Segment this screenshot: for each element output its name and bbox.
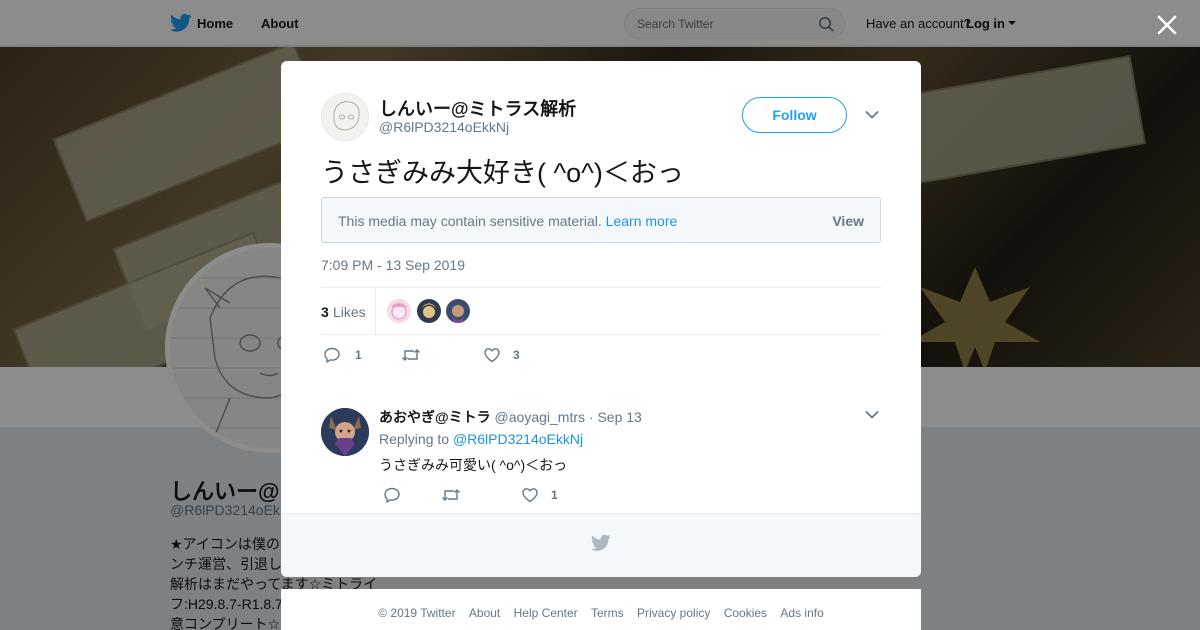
reply-action[interactable]: 1 (323, 345, 362, 365)
reply-text: うさぎみみ可愛い( ^o^)＜おっ (379, 457, 568, 473)
chevron-down-icon[interactable] (865, 410, 879, 420)
reply-icon[interactable] (323, 346, 341, 364)
retweet-action[interactable] (401, 345, 435, 365)
footer-copyright: © 2019 Twitter (378, 606, 456, 620)
reply-like-count: 1 (551, 488, 558, 502)
reply-icon[interactable] (383, 486, 401, 504)
retweet-action[interactable] (441, 485, 475, 505)
close-icon[interactable] (1155, 13, 1179, 37)
avatar-sketch-image (322, 94, 368, 140)
replying-to-label: Replying to (379, 431, 450, 447)
footer-privacy-link[interactable]: Privacy policy (637, 606, 710, 620)
tweet-timestamp[interactable]: 7:09 PM - 13 Sep 2019 (321, 257, 465, 273)
tweet-actions: 1 3 (321, 345, 721, 369)
learn-more-link[interactable]: Learn more (606, 213, 678, 229)
retweet-icon[interactable] (401, 346, 421, 364)
footer-cookies-link[interactable]: Cookies (724, 606, 767, 620)
liker-avatar[interactable] (417, 299, 441, 323)
reply-date[interactable]: · Sep 13 (589, 409, 642, 425)
stats-divider (375, 288, 376, 334)
replying-to-handle[interactable]: @R6lPD3214oEkkNj (453, 431, 583, 447)
footer-about-link[interactable]: About (469, 606, 500, 620)
replying-to-line: Replying to @R6lPD3214oEkkNj (379, 431, 583, 447)
twitter-bird-icon (591, 534, 611, 551)
liker-avatar[interactable] (387, 299, 411, 323)
liker-avatar-image (387, 299, 411, 323)
reply-count: 1 (355, 348, 362, 362)
heart-icon[interactable] (483, 346, 501, 364)
sensitive-media-notice: This media may contain sensitive materia… (321, 197, 881, 243)
tweet-text: うさぎみみ大好き( ^o^)＜おっ (321, 158, 684, 188)
sensitive-notice-text: This media may contain sensitive materia… (338, 213, 677, 229)
like-action[interactable]: 1 (521, 485, 558, 505)
modal-footer (281, 513, 921, 577)
liker-avatar-image (417, 299, 441, 323)
likes-label[interactable]: Likes (333, 304, 366, 320)
tweet-author-name[interactable]: しんいー@ミトラス解析 (379, 95, 576, 121)
retweet-icon[interactable] (441, 486, 461, 504)
tweet-author-avatar[interactable] (321, 93, 369, 141)
liker-avatar-image (446, 299, 470, 323)
reply-author-avatar[interactable] (321, 408, 369, 456)
footer-terms-link[interactable]: Terms (591, 606, 624, 620)
reply-actions: 1 (381, 485, 681, 505)
footer-help-link[interactable]: Help Center (514, 606, 578, 620)
like-action[interactable]: 3 (483, 345, 520, 365)
reply-author-handle[interactable]: @aoyagi_mtrs (495, 409, 585, 425)
page-footer: © 2019 Twitter About Help Center Terms P… (281, 589, 921, 630)
sensitive-message: This media may contain sensitive materia… (338, 213, 602, 229)
tweet-modal: しんいー@ミトラス解析 @R6lPD3214oEkkNj Follow うさぎみ… (281, 61, 921, 577)
reply-avatar-image (321, 408, 369, 456)
footer-links: © 2019 Twitter About Help Center Terms P… (281, 606, 921, 620)
view-media-button[interactable]: View (832, 213, 864, 229)
footer-ads-link[interactable]: Ads info (780, 606, 823, 620)
heart-icon[interactable] (521, 486, 539, 504)
like-count: 3 (513, 348, 520, 362)
tweet-author-handle[interactable]: @R6lPD3214oEkkNj (379, 119, 509, 135)
reply-author-line: あおやぎ@ミトラ @aoyagi_mtrs · Sep 13 (379, 407, 642, 427)
follow-button[interactable]: Follow (742, 97, 847, 133)
chevron-down-icon[interactable] (865, 110, 879, 120)
likes-count[interactable]: 3 (321, 304, 329, 320)
reply-action[interactable] (383, 485, 415, 505)
tweet-stats: 3 Likes (321, 287, 881, 335)
liker-avatar[interactable] (446, 299, 470, 323)
reply-author-name[interactable]: あおやぎ@ミトラ (379, 409, 491, 425)
